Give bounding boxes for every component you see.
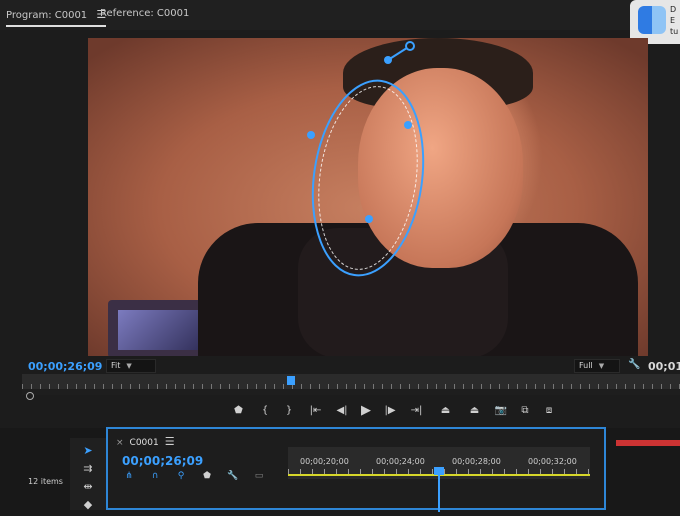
program-video-frame[interactable] <box>88 38 648 356</box>
selection-tool-icon[interactable]: ➤ <box>78 444 98 462</box>
insert-icon: ⧉ <box>521 404 529 416</box>
zoom-scroll-bar[interactable] <box>22 389 680 395</box>
mark-out-icon: } <box>285 404 293 416</box>
extract-icon: ⏏ <box>469 404 480 416</box>
ruler-label: 00;00;32;00 <box>528 457 577 466</box>
ruler-label: 00;00;24;00 <box>376 457 425 466</box>
tab-program[interactable]: Program: C0001 ☰ <box>6 8 107 27</box>
mark-in-button[interactable]: { <box>253 400 277 420</box>
chevron-down-icon: ▼ <box>598 362 605 370</box>
linked-selection-icon[interactable]: ⚲ <box>174 471 188 481</box>
resolution-dropdown[interactable]: Full ▼ <box>574 359 620 373</box>
step-forward-icon: |▶ <box>384 404 396 416</box>
lift-button[interactable]: ⏏ <box>431 400 460 420</box>
overwrite-icon: ⧈ <box>545 404 553 416</box>
sequence-toolbar: ⋔ ∩ ⚲ ⬟ 🔧 ▭ <box>122 471 266 481</box>
sequence-tab[interactable]: × C0001 ☰ <box>116 435 175 448</box>
overwrite-button[interactable]: ⧈ <box>537 400 561 420</box>
tab-reference[interactable]: Reference: C0001 <box>100 8 189 19</box>
wrench-icon[interactable]: 🔧 <box>226 471 240 481</box>
track-select-tool-icon[interactable]: ⇉ <box>78 462 98 480</box>
marker-icon[interactable]: ⬟ <box>200 471 214 481</box>
step-back-icon: ◀| <box>336 404 348 416</box>
lift-icon: ⏏ <box>440 404 451 416</box>
extract-button[interactable]: ⏏ <box>460 400 489 420</box>
finder-icon <box>638 6 666 34</box>
project-item-count: 12 items <box>28 477 63 486</box>
go-to-out-button[interactable]: ⇥| <box>402 400 431 420</box>
duration-timecode: 00;01;0 <box>648 360 680 373</box>
play-icon: ▶ <box>361 402 371 418</box>
timeline-playhead[interactable] <box>434 467 444 475</box>
ruler-label: 00;00;20;00 <box>300 457 349 466</box>
chevron-down-icon: ▼ <box>126 362 132 370</box>
mask-feather-outline <box>318 86 418 270</box>
mark-in-icon: { <box>261 404 269 416</box>
add-marker-button[interactable]: ⬟ <box>224 400 253 420</box>
tools-panel: ➤ ⇉ ⇹ ◆ <box>70 438 106 511</box>
mask-rotation-handle <box>405 41 415 51</box>
go-to-in-button[interactable]: |⇤ <box>301 400 330 420</box>
export-frame-button[interactable]: 📷 <box>489 400 513 420</box>
notification-text: D E tu <box>670 5 679 36</box>
audio-meter <box>616 440 680 446</box>
mask-handle-left <box>307 131 315 139</box>
program-timecode[interactable]: 00;00;26;09 <box>28 360 102 373</box>
mask-path <box>311 79 425 277</box>
timeline-panel[interactable]: × C0001 ☰ 00;00;26;09 ⋔ ∩ ⚲ ⬟ 🔧 ▭ 00;00;20… <box>106 427 606 512</box>
tab-program-label: Program: C0001 <box>6 10 88 21</box>
fit-dropdown-value: Fit <box>111 361 121 370</box>
transport-controls: ⬟ { } |⇤ ◀| ▶ |▶ ⇥| ⏏ ⏏ 📷 ⧉ ⧈ <box>224 400 561 420</box>
program-monitor-tabs: Program: C0001 ☰ Reference: C0001 <box>0 0 680 30</box>
program-scrubber[interactable] <box>22 374 680 390</box>
go-to-out-icon: ⇥| <box>410 404 423 416</box>
ruler-label: 00;00;28;00 <box>452 457 501 466</box>
insert-button[interactable]: ⧉ <box>513 400 537 420</box>
wrench-icon[interactable]: 🔧 <box>628 359 640 370</box>
marker-icon: ⬟ <box>234 404 243 416</box>
go-to-in-icon: |⇤ <box>309 404 322 416</box>
camera-icon: 📷 <box>494 404 508 416</box>
resolution-dropdown-value: Full <box>579 361 593 370</box>
program-playhead[interactable] <box>287 376 295 385</box>
ripple-edit-tool-icon[interactable]: ⇹ <box>78 480 98 498</box>
mask-handle-bottom <box>365 215 373 223</box>
play-button[interactable]: ▶ <box>354 400 378 420</box>
step-forward-button[interactable]: |▶ <box>378 400 402 420</box>
step-back-button[interactable]: ◀| <box>330 400 354 420</box>
fit-dropdown[interactable]: Fit ▼ <box>106 359 156 373</box>
close-icon[interactable]: × <box>116 438 124 448</box>
ellipse-mask-overlay[interactable] <box>88 38 648 356</box>
sequence-title: C0001 <box>129 438 159 448</box>
magnet-icon[interactable]: ∩ <box>148 471 162 481</box>
caption-icon[interactable]: ▭ <box>252 471 266 481</box>
mask-handle-right <box>404 121 412 129</box>
sequence-timecode[interactable]: 00;00;26;09 <box>122 454 203 468</box>
mark-out-button[interactable]: } <box>277 400 301 420</box>
hamburger-icon[interactable]: ☰ <box>165 435 175 448</box>
zoom-handle[interactable] <box>26 392 34 400</box>
snap-icon[interactable]: ⋔ <box>122 471 136 481</box>
razor-tool-icon[interactable]: ◆ <box>78 498 98 516</box>
tab-reference-label: Reference: C0001 <box>100 8 190 19</box>
